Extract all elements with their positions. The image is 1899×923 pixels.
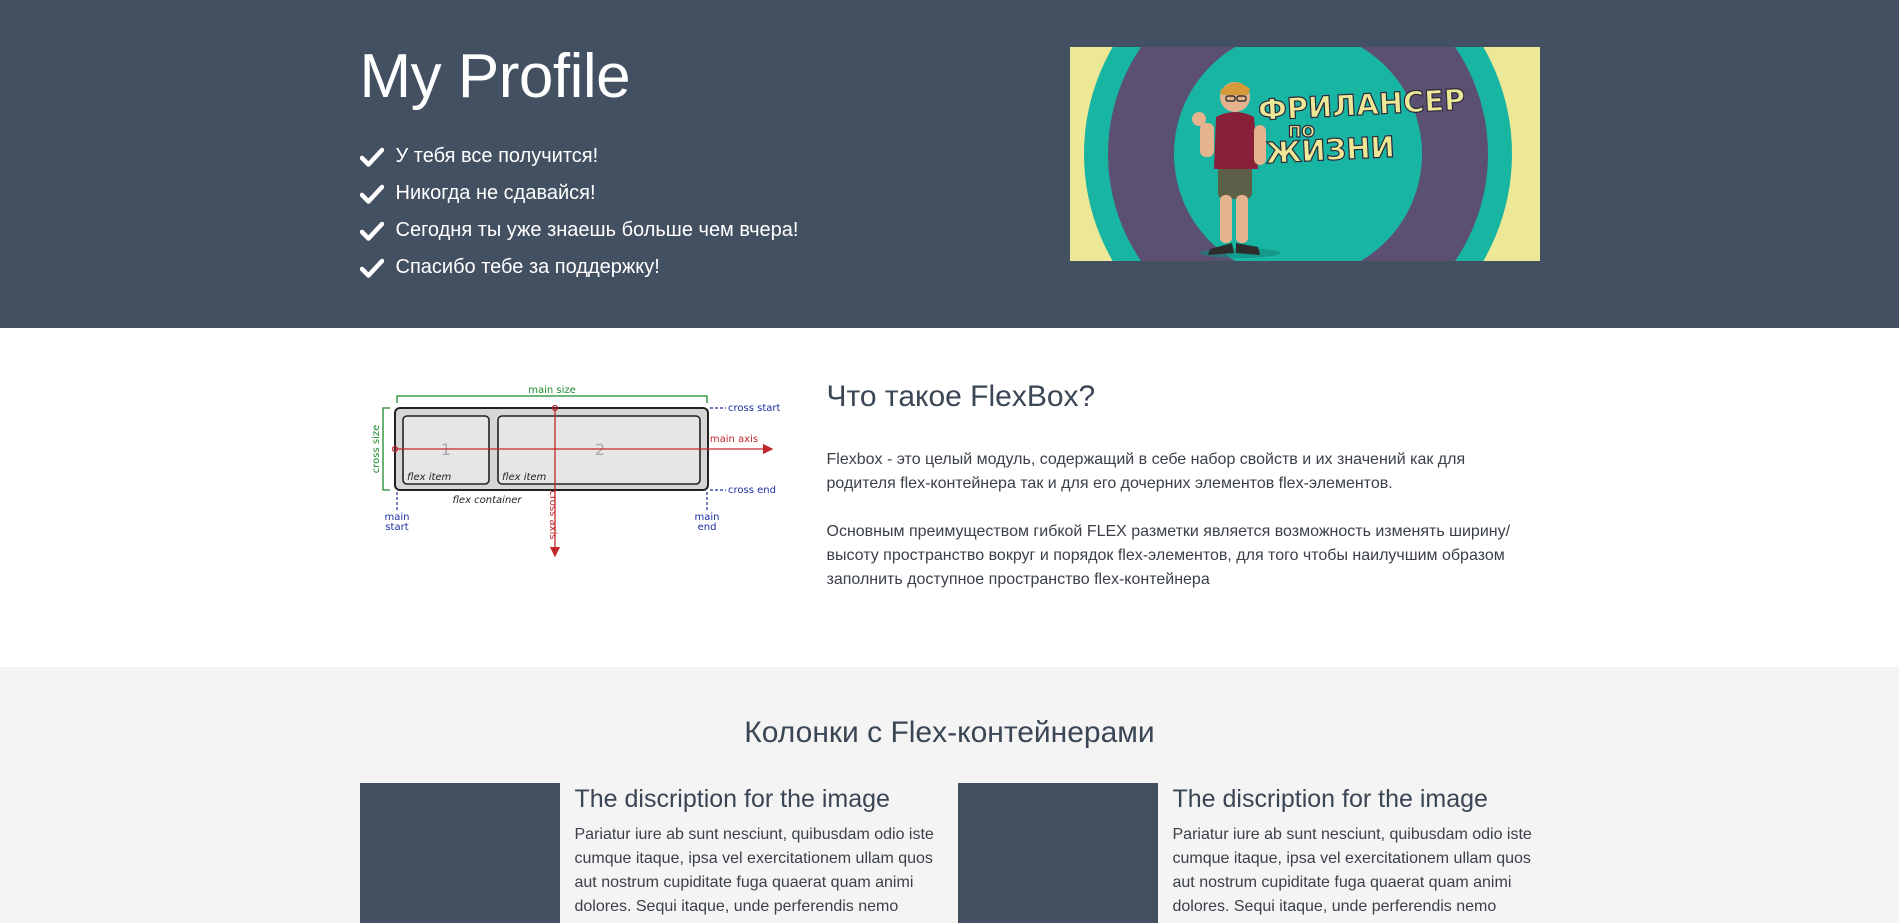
bullet-text: Сегодня ты уже знаешь больше чем вчера! [395,219,799,241]
diagram-cross-axis-label: cross axis [547,490,558,539]
card-heading: The discription for the image [1172,785,1488,813]
card-heading: The discription for the image [574,785,890,813]
diagram-flex-item-label: flex item [502,472,547,483]
diagram-main-size-label: main size [528,385,576,396]
card-text: Pariatur iure ab sunt nesciunt, quibusda… [574,826,934,915]
flexbox-paragraph-2: Основным преимуществом гибкой FLEX разме… [827,520,1527,592]
flexbox-title: Что такое FlexBox? [826,380,1096,413]
hero-image: ФРИЛАНСЕР ПО ЖИЗНИ [1069,47,1540,261]
diagram-flex-item-label: flex item [407,472,452,483]
checkmark-icon [359,258,384,278]
bullet-item: Сегодня ты уже знаешь больше чем вчера! [359,212,799,249]
hero-section: My Profile У тебя все получится! Никогда… [0,0,1899,328]
freelancer-banner-illustration: ФРИЛАНСЕР ПО ЖИЗНИ [1069,47,1540,261]
paragraph-line: Основным преимуществом гибкой FLEX разме… [826,523,1511,540]
paragraph-line: Flexbox - это целый модуль, содержащий в… [826,451,1466,468]
paragraph-line: высоту пространство вокруг и порядок fle… [826,547,1505,564]
bullet-item: Никогда не сдавайся! [359,175,799,212]
diagram-main-end-label: end [697,522,716,533]
page-title: My Profile [359,42,631,111]
diagram-cross-end-label: cross end [728,485,776,496]
diagram-main-axis-label: main axis [709,434,757,445]
image-placeholder [359,783,560,923]
diagram-cross-start-label: cross start [728,403,780,414]
bullet-text: Никогда не сдавайся! [395,182,596,204]
column-card: The discription for the image Pariatur i… [957,783,1538,923]
checkmark-icon [359,147,384,167]
card-text: Pariatur iure ab sunt nesciunt, quibusda… [1172,826,1532,915]
columns-title: Колонки с Flex-контейнерами [744,716,1155,749]
paragraph-line: родителя flex-контейнера так и для его д… [826,475,1393,492]
bullet-text: Спасибо тебе за поддержку! [395,256,660,278]
bullet-item: Спасибо тебе за поддержку! [359,249,799,286]
image-placeholder [957,783,1158,923]
columns-section: Колонки с Flex-контейнерами The discript… [0,667,1899,923]
flexbox-diagram: main size cross size 1 2 flex item flex … [371,385,780,558]
diagram-main-start-label: start [385,522,408,533]
checkmark-icon [359,221,384,241]
flexbox-paragraph-1: Flexbox - это целый модуль, содержащий в… [827,448,1527,496]
bullet-item: У тебя все получится! [359,138,799,175]
paragraph-line: заполнить доступное пространство flex-ко… [826,571,1210,588]
diagram-flex-container-label: flex container [452,495,522,506]
logo-line-3: ЖИЗНИ [1265,130,1396,171]
column-card: The discription for the image Pariatur i… [359,783,940,923]
bullet-text: У тебя все получится! [395,145,599,167]
flexbox-section: main size cross size 1 2 flex item flex … [0,328,1899,667]
bullet-list: У тебя все получится! Никогда не сдавайс… [359,138,799,286]
checkmark-icon [359,184,384,204]
diagram-cross-size-label: cross size [371,425,382,474]
